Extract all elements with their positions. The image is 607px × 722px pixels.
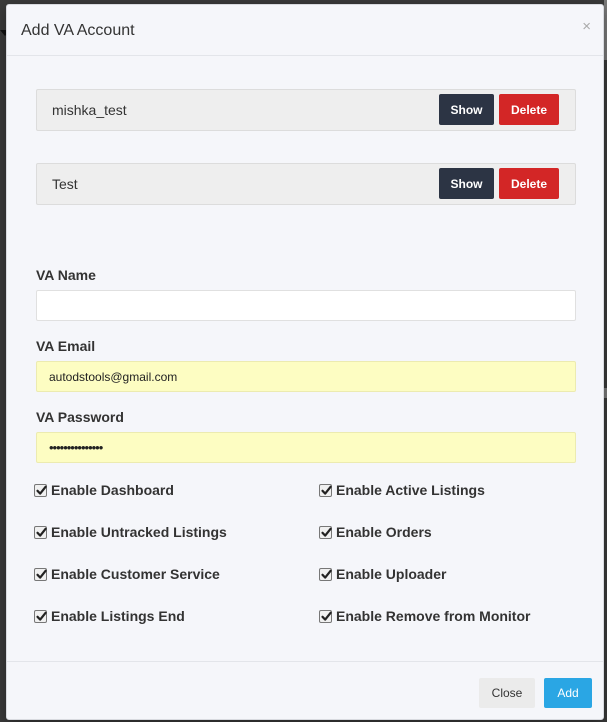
permission-checkbox-item[interactable]: Enable Uploader xyxy=(319,565,446,583)
close-button[interactable]: Close xyxy=(479,678,535,708)
password-mask: ••••••••••••••• xyxy=(49,440,103,455)
permission-label: Enable Customer Service xyxy=(51,566,220,582)
account-name: Test xyxy=(52,176,78,192)
permission-label: Enable Listings End xyxy=(51,608,185,624)
modal-footer: Close Add xyxy=(7,661,603,719)
close-icon[interactable]: × xyxy=(582,19,591,34)
checkmark-icon[interactable] xyxy=(319,483,332,497)
account-row: Test Show Delete xyxy=(36,163,576,205)
show-account-button[interactable]: Show xyxy=(439,94,494,125)
va-name-input[interactable] xyxy=(36,290,576,321)
delete-account-button[interactable]: Delete xyxy=(499,94,559,125)
account-name: mishka_test xyxy=(52,102,127,118)
checkmark-icon[interactable] xyxy=(34,525,47,539)
checkmark-icon[interactable] xyxy=(34,567,47,581)
permission-label: Enable Orders xyxy=(336,524,432,540)
checkmark-icon[interactable] xyxy=(319,525,332,539)
permission-checkbox-item[interactable]: Enable Listings End xyxy=(34,607,185,625)
permission-checkbox-item[interactable]: Enable Untracked Listings xyxy=(34,523,227,541)
modal-header: Add VA Account × xyxy=(7,5,603,56)
delete-account-button[interactable]: Delete xyxy=(499,168,559,199)
permission-checkbox-item[interactable]: Enable Remove from Monitor xyxy=(319,607,530,625)
permission-label: Enable Uploader xyxy=(336,566,447,582)
permission-checkbox-item[interactable]: Enable Customer Service xyxy=(34,565,220,583)
permission-label: Enable Dashboard xyxy=(51,482,174,498)
permission-checkbox-item[interactable]: Enable Dashboard xyxy=(34,481,174,499)
add-button[interactable]: Add xyxy=(544,678,592,708)
permission-label: Enable Active Listings xyxy=(336,482,485,498)
add-va-account-modal: Add VA Account × mishka_test Show Delete… xyxy=(6,4,604,720)
checkmark-icon[interactable] xyxy=(34,609,47,623)
va-name-label: VA Name xyxy=(36,267,96,283)
va-password-input[interactable]: ••••••••••••••• xyxy=(36,432,576,463)
permission-checkbox-item[interactable]: Enable Active Listings xyxy=(319,481,485,499)
va-email-input[interactable] xyxy=(36,361,576,392)
permission-label: Enable Remove from Monitor xyxy=(336,608,531,624)
account-row: mishka_test Show Delete xyxy=(36,89,576,131)
checkmark-icon[interactable] xyxy=(319,609,332,623)
va-password-label: VA Password xyxy=(36,409,124,425)
va-email-label: VA Email xyxy=(36,338,96,354)
checkmark-icon[interactable] xyxy=(319,567,332,581)
modal-title: Add VA Account xyxy=(21,22,135,39)
permission-checkbox-item[interactable]: Enable Orders xyxy=(319,523,432,541)
permission-label: Enable Untracked Listings xyxy=(51,524,227,540)
show-account-button[interactable]: Show xyxy=(439,168,494,199)
checkmark-icon[interactable] xyxy=(34,483,47,497)
